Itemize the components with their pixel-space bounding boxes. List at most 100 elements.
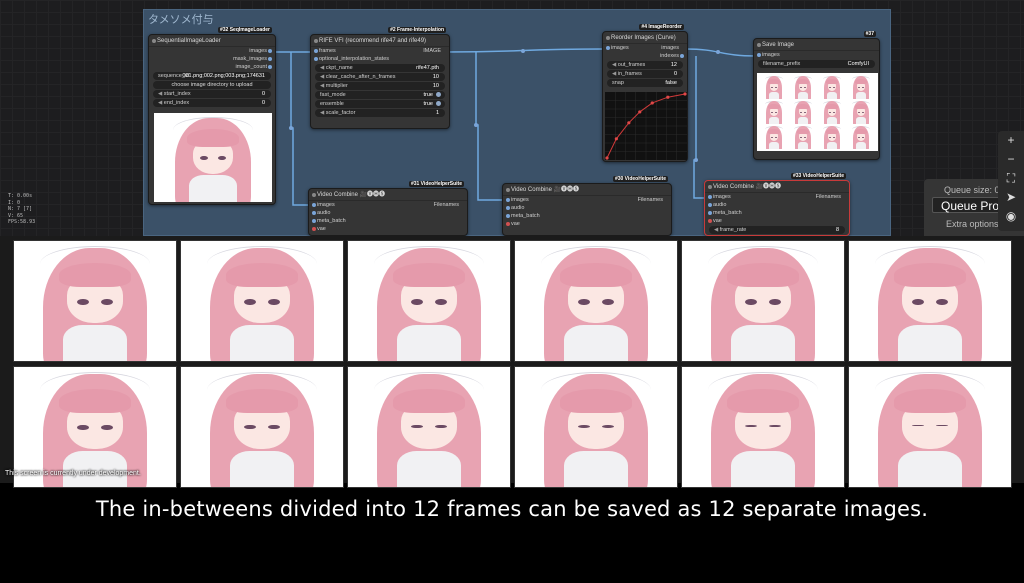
frames-grid	[0, 236, 1024, 488]
queue-size-label: Queue size: 0	[944, 185, 1000, 195]
input-images[interactable]: images Filenames	[309, 201, 467, 209]
out-frames-stepper[interactable]: ◀ out_frames 12	[607, 61, 683, 69]
ensemble-toggle[interactable]: ensemble true	[315, 100, 445, 108]
input-vae[interactable]: vae	[705, 217, 849, 225]
widget-value: 0	[261, 100, 265, 106]
input-meta-batch[interactable]: meta_batch	[309, 217, 467, 225]
extra-options-toggle[interactable]: Extra options	[946, 219, 999, 229]
output-image-count[interactable]: image_count	[149, 63, 275, 71]
output-images[interactable]: images	[661, 44, 679, 52]
saved-image-thumb	[761, 125, 787, 149]
widget-value: 0	[261, 91, 265, 97]
snap-toggle[interactable]: snap false	[607, 79, 683, 87]
node-badge: #30 VideoHelperSuite	[612, 176, 668, 182]
node-rife-vfi[interactable]: #2 Frame-Interpolation RIFE VFI (recomme…	[310, 27, 450, 129]
output-images[interactable]: images	[149, 47, 275, 55]
input-audio[interactable]: audio	[503, 204, 671, 212]
toggle-dot-icon	[436, 101, 441, 106]
curve-control-point[interactable]	[627, 121, 631, 125]
scale-factor-stepper[interactable]: ◀ scale_factor 1	[315, 109, 445, 117]
saved-image-thumb	[761, 100, 787, 124]
output-filenames[interactable]: Filenames	[638, 196, 663, 204]
minus-icon[interactable]: −	[998, 150, 1024, 169]
multiplier-stepper[interactable]: ◀ multiplier 10	[315, 82, 445, 90]
node-video-combine-31[interactable]: #31 VideoHelperSuite Video Combine 🎥🅥🅗🅢 …	[308, 181, 468, 236]
node-title[interactable]: RIFE VFI (recommend rife47 and rife49)	[311, 35, 449, 47]
anime-character-illustration	[14, 241, 176, 361]
curve-control-point[interactable]	[614, 137, 618, 141]
input-images[interactable]: images Filenames	[705, 193, 849, 201]
saved-image-thumb	[819, 100, 845, 124]
clear-cache-stepper[interactable]: ◀ clear_cache_after_n_frames 10	[315, 73, 445, 81]
input-audio[interactable]: audio	[705, 201, 849, 209]
node-title[interactable]: Reorder Images (Curve)	[603, 32, 687, 44]
saved-image-thumb	[819, 125, 845, 149]
start-index-stepper[interactable]: ◀ start_index 0	[153, 90, 271, 98]
eye-icon[interactable]: ◉	[998, 207, 1024, 226]
frame-image	[180, 366, 344, 488]
canvas-toolbar: + − ⛶ ➤ ◉	[998, 131, 1024, 231]
saved-image-thumb	[790, 100, 816, 124]
node-title[interactable]: Video Combine 🎥🅥🅗🅢	[503, 184, 671, 196]
node-title[interactable]: Save Image	[754, 39, 879, 51]
input-interpolation-states[interactable]: optional_interpolation_states	[311, 55, 449, 63]
toggle-dot-icon	[436, 92, 441, 97]
curve-control-point[interactable]	[605, 156, 609, 160]
frame-image	[347, 366, 511, 488]
input-meta-batch[interactable]: meta_batch	[503, 212, 671, 220]
node-reorder-images[interactable]: #4 ImageReorder Reorder Images (Curve) i…	[602, 24, 688, 162]
anime-character-illustration	[515, 241, 677, 361]
node-save-image[interactable]: #37 Save Image images filename_prefix Com…	[753, 31, 880, 160]
end-index-stepper[interactable]: ◀ end_index 0	[153, 99, 271, 107]
input-audio[interactable]: audio	[309, 209, 467, 217]
curve-control-point[interactable]	[650, 101, 654, 105]
arrow-icon[interactable]: ➤	[998, 188, 1024, 207]
anime-character-illustration	[348, 367, 510, 487]
input-frames[interactable]: frames IMAGE	[311, 47, 449, 55]
reorder-curve-editor[interactable]	[605, 92, 687, 160]
node-video-combine-33[interactable]: #33 VideoHelperSuite Video Combine 🎥🅥🅗🅢 …	[704, 173, 850, 236]
arrow-left-icon[interactable]: ◀	[158, 91, 162, 97]
upload-directory-button[interactable]: choose image directory to upload	[153, 81, 271, 89]
node-title[interactable]: Video Combine 🎥🅥🅗🅢	[705, 181, 849, 193]
widget-value: 001.png;002.png;003.png;174631	[182, 73, 265, 79]
output-filenames[interactable]: Filenames	[434, 201, 459, 209]
node-canvas[interactable]: タメソメ付与 #32 SeqImageLoader SequentialImag…	[0, 0, 1024, 236]
frame-image	[681, 366, 845, 488]
curve-control-point[interactable]	[683, 92, 687, 96]
saved-image-thumb	[848, 75, 874, 99]
output-mask-images[interactable]: mask_images	[149, 55, 275, 63]
anime-character-illustration	[849, 367, 1011, 487]
arrow-left-icon[interactable]: ◀	[158, 100, 162, 106]
input-vae[interactable]: vae	[309, 225, 467, 233]
output-indexes[interactable]: indexes	[603, 52, 687, 60]
input-vae[interactable]: vae	[503, 220, 671, 228]
node-seq-image-loader[interactable]: #32 SeqImageLoader SequentialImageLoader…	[148, 27, 276, 205]
input-images[interactable]: images images	[603, 44, 687, 52]
saved-image-thumb	[790, 125, 816, 149]
node-badge: #33 VideoHelperSuite	[790, 173, 846, 179]
node-badge: #2 Frame-Interpolation	[388, 27, 446, 33]
output-filenames[interactable]: Filenames	[816, 193, 841, 201]
node-video-combine-30[interactable]: #30 VideoHelperSuite Video Combine 🎥🅥🅗🅢 …	[502, 176, 672, 236]
node-title[interactable]: SequentialImageLoader	[149, 35, 275, 47]
curve-control-point[interactable]	[666, 95, 670, 99]
input-meta-batch[interactable]: meta_batch	[705, 209, 849, 217]
node-badge: #32 SeqImageLoader	[217, 27, 272, 33]
input-images[interactable]: images	[754, 51, 879, 59]
input-images[interactable]: images Filenames	[503, 196, 671, 204]
output-image[interactable]: IMAGE	[423, 47, 441, 55]
saved-images-preview	[757, 73, 878, 151]
frame-image	[848, 366, 1012, 488]
node-title[interactable]: Video Combine 🎥🅥🅗🅢	[309, 189, 467, 201]
in-frames-stepper[interactable]: ◀ in_frames 0	[607, 70, 683, 78]
fit-icon[interactable]: ⛶	[998, 169, 1024, 188]
curve-control-point[interactable]	[638, 110, 642, 114]
ckpt-name-select[interactable]: ◀ ckpt_name rife47.pth	[315, 64, 445, 72]
fast-mode-toggle[interactable]: fast_mode true	[315, 91, 445, 99]
performance-stats: T: 0.00s I: 0 N: 7 [7] V: 65 FPS:58.93	[8, 193, 36, 225]
plus-icon[interactable]: +	[998, 131, 1024, 150]
filename-prefix-field[interactable]: filename_prefix ComfyUI	[758, 60, 875, 68]
frame-rate-stepper[interactable]: ◀ frame_rate 8	[709, 226, 845, 234]
sequence-id-field[interactable]: sequence_id 001.png;002.png;003.png;1746…	[153, 72, 271, 80]
